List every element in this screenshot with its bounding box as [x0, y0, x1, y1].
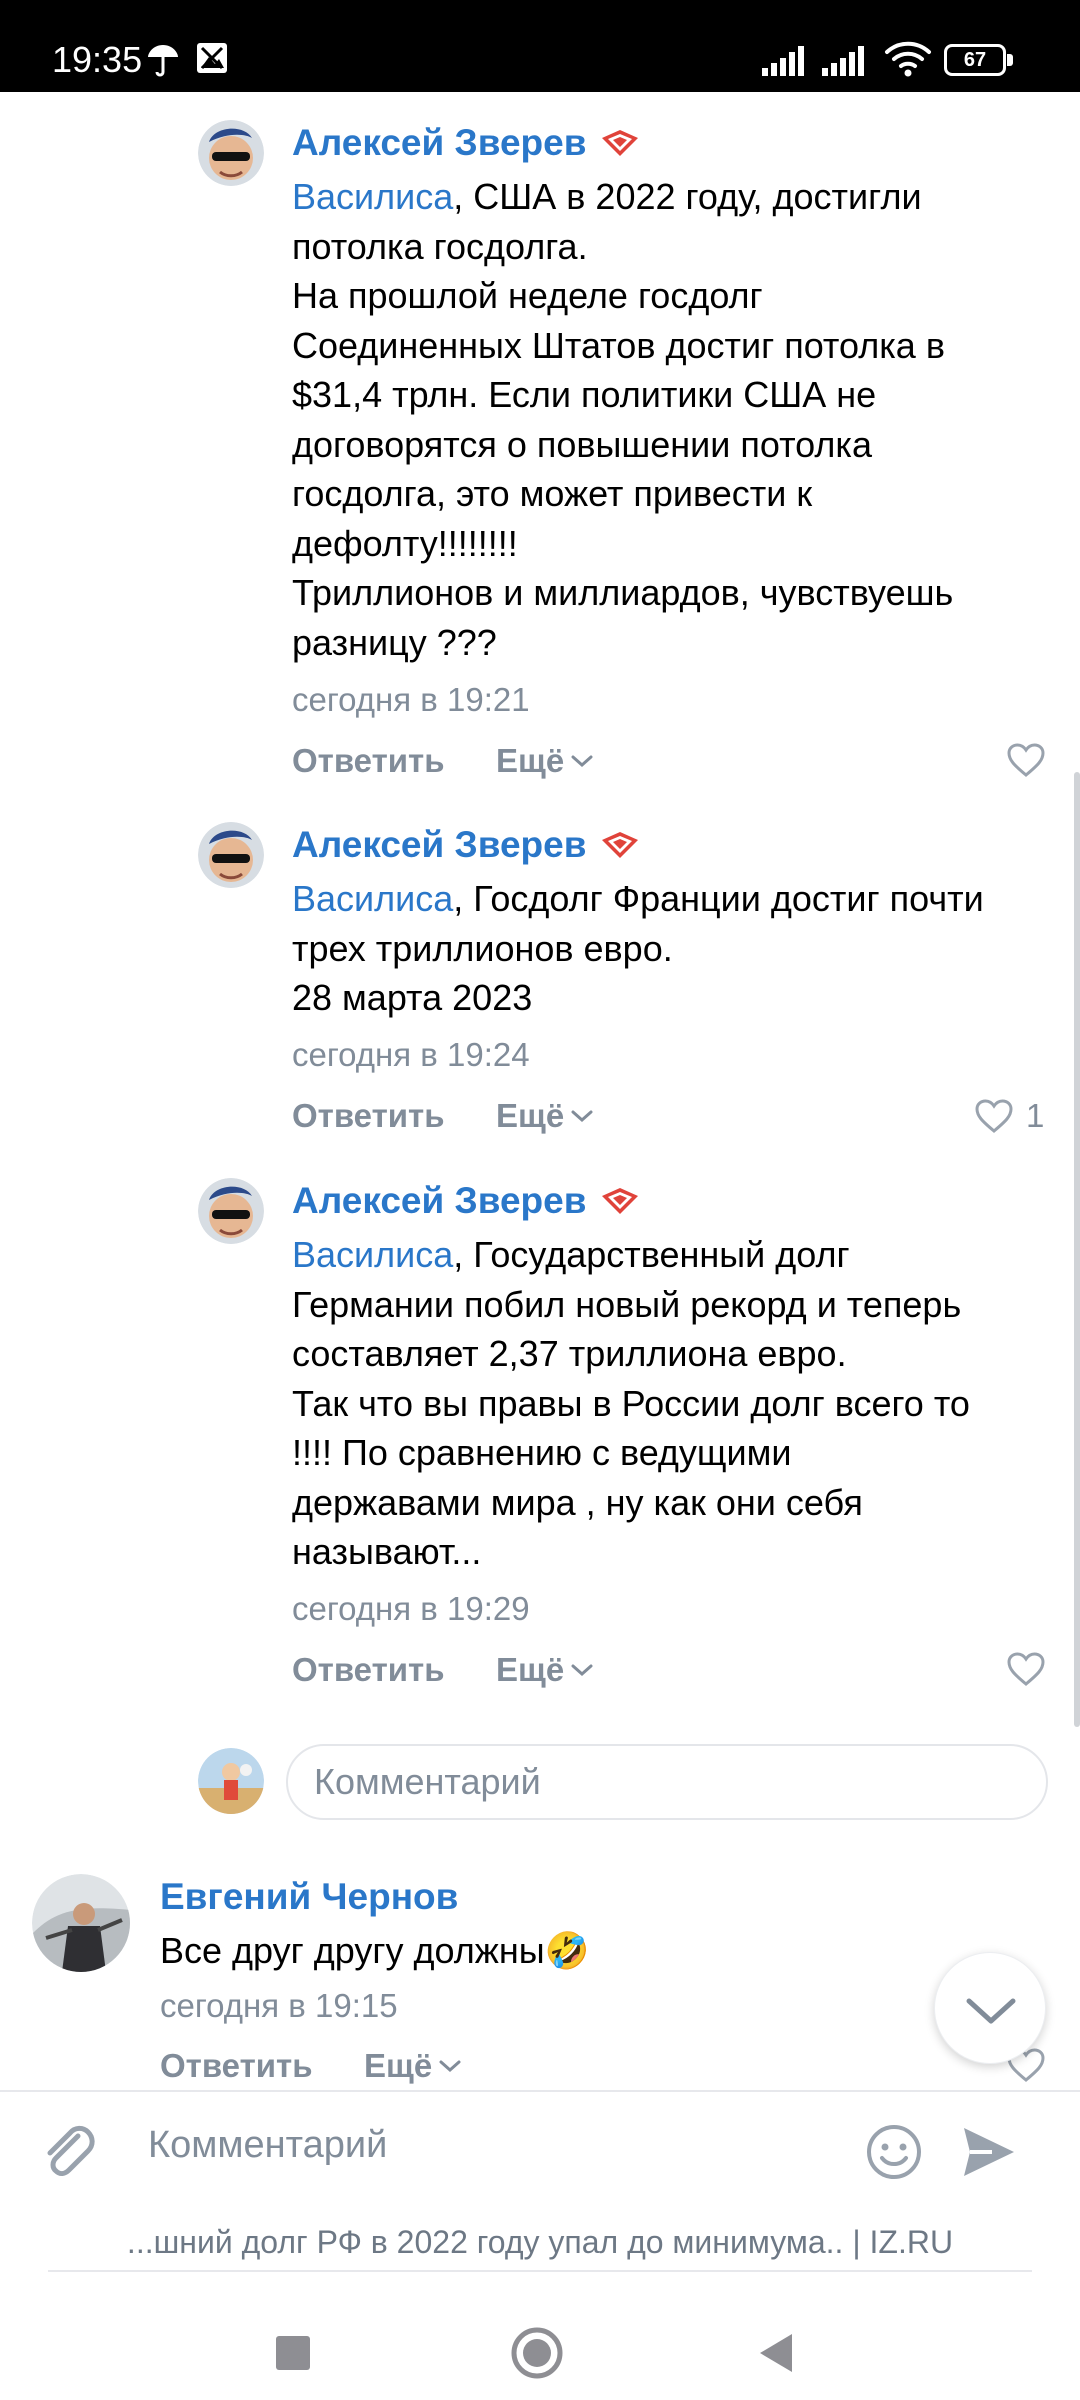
comments-feed[interactable]: Алексей Зверев Василиса, США в 2022 году…: [0, 92, 1080, 2090]
signal-icon: [822, 46, 864, 76]
reply-button[interactable]: Ответить: [160, 2045, 313, 2087]
comment: Евгений Чернов Все друг другу должны🤣 се…: [0, 92, 1080, 2090]
attach-icon[interactable]: [36, 2118, 100, 2182]
avatar[interactable]: [32, 1874, 130, 1972]
post-source-link[interactable]: ...шний долг РФ в 2022 году упал до мини…: [0, 2222, 1080, 2262]
home-button[interactable]: [510, 2326, 564, 2380]
emoji-icon[interactable]: [864, 2122, 924, 2182]
author-name[interactable]: Евгений Чернов: [160, 1874, 458, 1920]
umbrella-icon: [148, 45, 178, 77]
status-bar: 19:35 67: [0, 0, 1080, 92]
signal-icon: [762, 46, 804, 76]
recents-button[interactable]: [276, 2336, 310, 2370]
comment-time: сегодня в 19:15: [160, 1987, 398, 2024]
chevron-down-icon: [966, 1998, 1016, 2024]
system-nav-bar: [0, 2290, 1080, 2400]
image-notification-icon: [197, 43, 227, 73]
comment-text: Все друг другу должны🤣: [160, 1930, 590, 1972]
battery-level: 67: [963, 49, 987, 71]
back-button[interactable]: [756, 2332, 796, 2374]
scroll-down-button[interactable]: [934, 1952, 1046, 2064]
status-time: 19:35: [52, 39, 143, 80]
battery-icon: 67: [944, 44, 1014, 78]
comment-input[interactable]: Комментарий: [130, 2110, 830, 2180]
chevron-down-icon: [439, 2060, 461, 2073]
wifi-icon: [885, 41, 931, 77]
rofl-emoji-icon: 🤣: [544, 1931, 590, 1972]
more-button[interactable]: Ещё: [364, 2045, 462, 2087]
divider: [48, 2270, 1032, 2272]
send-icon[interactable]: [958, 2122, 1018, 2182]
scrollbar[interactable]: [1074, 772, 1080, 1727]
